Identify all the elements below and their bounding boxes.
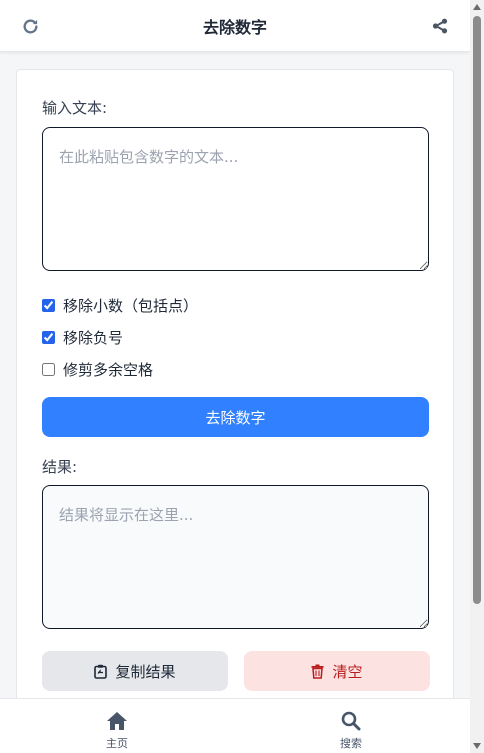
result-label: 结果:: [42, 458, 78, 476]
refresh-button[interactable]: [18, 14, 42, 38]
clear-label: 清空: [332, 662, 363, 681]
option-label: 修剪多余空格: [63, 360, 154, 379]
refresh-icon: [23, 18, 38, 33]
remove-decimals-checkbox[interactable]: [42, 298, 55, 312]
clipboard-icon: [94, 664, 108, 679]
share-icon: [432, 18, 448, 34]
remove-negative-checkbox[interactable]: [42, 330, 55, 344]
input-label: 输入文本:: [42, 99, 108, 117]
home-icon: [107, 712, 127, 730]
main-card: 输入文本: 移除小数（包括点） 移除负号 修剪多余空格 去除数字 结果: 复制结…: [16, 69, 454, 729]
search-icon: [341, 711, 361, 731]
scroll-up-arrow-icon[interactable]: [472, 3, 482, 11]
option-trim-spaces[interactable]: 修剪多余空格: [42, 359, 153, 379]
nav-search-label: 搜索: [340, 737, 362, 750]
share-button[interactable]: [428, 14, 452, 38]
copy-result-label: 复制结果: [115, 662, 176, 681]
nav-home-label: 主页: [106, 737, 128, 750]
header: 去除数字: [0, 0, 470, 52]
copy-result-button[interactable]: 复制结果: [42, 651, 228, 691]
bottom-nav: 主页 搜索: [0, 698, 470, 753]
option-remove-negative[interactable]: 移除负号: [42, 327, 123, 347]
scroll-down-arrow-icon[interactable]: [472, 742, 482, 750]
page-title: 去除数字: [202, 17, 267, 37]
nav-item-search[interactable]: 搜索: [311, 711, 391, 751]
scrollbar-thumb[interactable]: [473, 16, 481, 604]
app: 去除数字 输入文本: 移除小数（包括点） 移除负号 修剪多余空格 去除数字: [0, 0, 470, 753]
option-label: 移除负号: [63, 328, 124, 347]
input-textarea[interactable]: [42, 127, 429, 271]
option-remove-decimals[interactable]: 移除小数（包括点）: [42, 295, 198, 315]
nav-item-home[interactable]: 主页: [77, 711, 157, 751]
option-label: 移除小数（包括点）: [63, 296, 199, 315]
result-textarea[interactable]: [42, 485, 429, 629]
remove-numbers-button[interactable]: 去除数字: [42, 397, 429, 437]
clear-button[interactable]: 清空: [244, 651, 430, 691]
trash-icon: [311, 664, 324, 679]
trim-spaces-checkbox[interactable]: [42, 362, 55, 376]
